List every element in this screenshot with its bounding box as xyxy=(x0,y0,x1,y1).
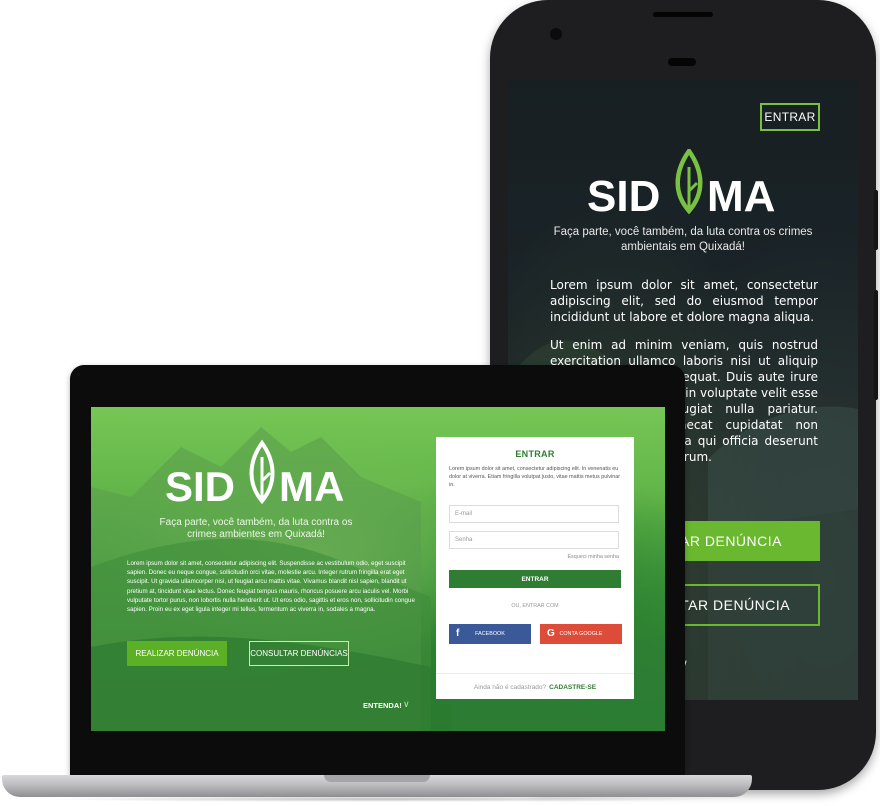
google-login-button[interactable]: G CONTA GOOGLE xyxy=(540,624,622,644)
phone-tagline: Faça parte, você também, da luta contra … xyxy=(553,226,813,253)
laptop-notch xyxy=(324,775,430,782)
password-field[interactable]: Senha xyxy=(449,531,619,549)
phone-speaker xyxy=(668,58,696,66)
facebook-login-label: FACEBOOK xyxy=(475,631,505,637)
phone-entrar-button[interactable]: ENTRAR xyxy=(760,103,820,131)
phone-logo-text-right: MA xyxy=(707,172,775,219)
laptop-shadow xyxy=(40,796,720,802)
entenda-link[interactable]: ENTENDA! xyxy=(363,701,402,710)
chevron-down-icon[interactable]: ∨ xyxy=(403,699,410,710)
register-link[interactable]: CADASTRE-SE xyxy=(549,684,596,691)
laptop-consultar-denuncias-button[interactable]: CONSULTAR DENÚNCIAS xyxy=(249,641,349,666)
laptop-description: Lorem ipsum dolor sit amet, consectetur … xyxy=(127,560,415,614)
laptop-tagline: Faça parte, você também, da luta contra … xyxy=(159,517,353,540)
facebook-login-button[interactable]: f FACEBOOK xyxy=(449,624,531,644)
phone-camera xyxy=(550,28,562,40)
not-registered-text: Ainda não é cadastrado? xyxy=(473,683,547,691)
forgot-password-link[interactable]: Esqueci minha senha xyxy=(536,554,619,560)
login-submit-button[interactable]: ENTRAR xyxy=(449,570,621,588)
google-icon: G xyxy=(547,628,555,639)
phone-paragraph-1: Lorem ipsum dolor sit amet, consectetur … xyxy=(550,278,818,324)
laptop-logo: SID MA xyxy=(165,439,344,509)
laptop-screen: SID MA Faça parte, você também, da luta … xyxy=(91,407,665,731)
login-description: Lorem ipsum dolor sit amet, consectetur … xyxy=(449,466,621,488)
phone-logo-text-left: SID xyxy=(587,172,660,219)
login-card: ENTRAR Lorem ipsum dolor sit amet, conse… xyxy=(436,437,634,699)
laptop-realizar-denuncia-button[interactable]: REALIZAR DENÚNCIA xyxy=(127,641,227,666)
laptop-logo-text-left: SID xyxy=(165,463,235,509)
phone-top-slot xyxy=(653,12,713,17)
facebook-icon: f xyxy=(456,628,460,639)
phone-volume-button xyxy=(874,290,878,400)
login-footer: Ainda não é cadastrado? CADASTRE-SE xyxy=(436,673,634,700)
login-or-divider: OU, ENTRAR COM xyxy=(511,603,559,609)
laptop-logo-text-right: MA xyxy=(279,463,344,509)
login-title: ENTRAR xyxy=(515,449,555,459)
phone-power-button xyxy=(874,190,878,250)
email-field[interactable]: E-mail xyxy=(449,505,619,523)
google-login-label: CONTA GOOGLE xyxy=(559,631,603,637)
phone-logo: SID MA xyxy=(587,149,775,219)
